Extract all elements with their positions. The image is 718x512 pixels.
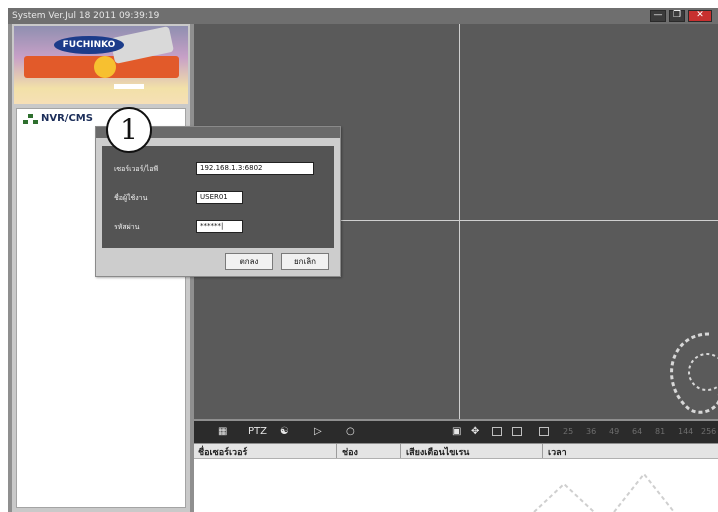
username-label: ชื่อผู้ใช้งาน — [114, 194, 148, 202]
ok-button[interactable]: ตกลง — [225, 253, 273, 270]
minimize-button[interactable]: — — [650, 10, 666, 22]
server-label: เซอร์เวอร์/ไอพี — [114, 165, 159, 173]
layout-36-button[interactable]: 36 — [586, 425, 596, 439]
brand-logo: FUCHINKO — [14, 26, 188, 104]
playback-icon[interactable]: ▷ — [314, 425, 322, 439]
restore-icon: ❐ — [672, 10, 682, 20]
layout-81-button[interactable]: 81 — [655, 425, 665, 439]
window-title: System Ver.Jul 18 2011 09:39:19 — [12, 11, 160, 21]
tree-item-label: NVR/CMS — [41, 113, 93, 124]
move-icon[interactable]: ✥ — [471, 425, 479, 439]
watermark-logo — [670, 332, 718, 414]
layout-144-button[interactable]: 144 — [678, 425, 693, 439]
grid-4-icon[interactable] — [492, 427, 502, 436]
layout-64-button[interactable]: 64 — [632, 425, 642, 439]
title-bar: System Ver.Jul 18 2011 09:39:19 — ❐ ✕ — [8, 8, 718, 24]
grid-9-icon[interactable] — [512, 427, 522, 436]
minimize-icon: — — [653, 10, 663, 20]
chat-icon[interactable]: ○ — [346, 425, 355, 439]
grid-divider — [459, 24, 460, 419]
password-input[interactable]: ******| — [196, 220, 243, 233]
restore-button[interactable]: ❐ — [669, 10, 685, 22]
brand-name: FUCHINKO — [54, 36, 124, 54]
view-toolbar: ▦ PTZ ☯ ▷ ○ ▣ ✥ 25 36 49 64 81 144 256 — [194, 421, 718, 443]
ptz-button[interactable]: PTZ — [248, 425, 267, 439]
column-header[interactable]: ช่อง — [342, 445, 358, 459]
event-table[interactable]: ชื่อเซอร์เวอร์ ช่อง เสียงเตือนไขเรน เวลา — [194, 444, 718, 512]
close-button[interactable]: ✕ — [688, 10, 712, 22]
column-header[interactable]: เสียงเตือนไขเรน — [406, 445, 469, 459]
password-label: รหัสผ่าน — [114, 223, 140, 231]
grid-16-icon[interactable] — [539, 427, 549, 436]
login-form: เซอร์เวอร์/ไอพี 192.168.1.3:6802 ชื่อผู้… — [102, 146, 334, 248]
watermark-logo — [533, 472, 674, 512]
network-icon — [23, 113, 39, 124]
tree-item-nvr-cms[interactable]: NVR/CMS — [23, 113, 93, 124]
users-icon[interactable]: ☯ — [280, 425, 289, 439]
layout-256-button[interactable]: 256 — [701, 425, 716, 439]
cancel-button[interactable]: ยกเลิก — [281, 253, 329, 270]
monitor-icon[interactable]: ▦ — [218, 425, 227, 439]
close-icon: ✕ — [696, 10, 704, 20]
snapshot-icon[interactable]: ▣ — [452, 425, 461, 439]
layout-49-button[interactable]: 49 — [609, 425, 619, 439]
step-number-badge: 1 — [106, 107, 152, 153]
layout-25-button[interactable]: 25 — [563, 425, 573, 439]
column-header[interactable]: ชื่อเซอร์เวอร์ — [198, 445, 247, 459]
thumbs-up-icon — [94, 56, 116, 78]
server-address-input[interactable]: 192.168.1.3:6802 — [196, 162, 314, 175]
username-input[interactable]: USER01 — [196, 191, 243, 204]
